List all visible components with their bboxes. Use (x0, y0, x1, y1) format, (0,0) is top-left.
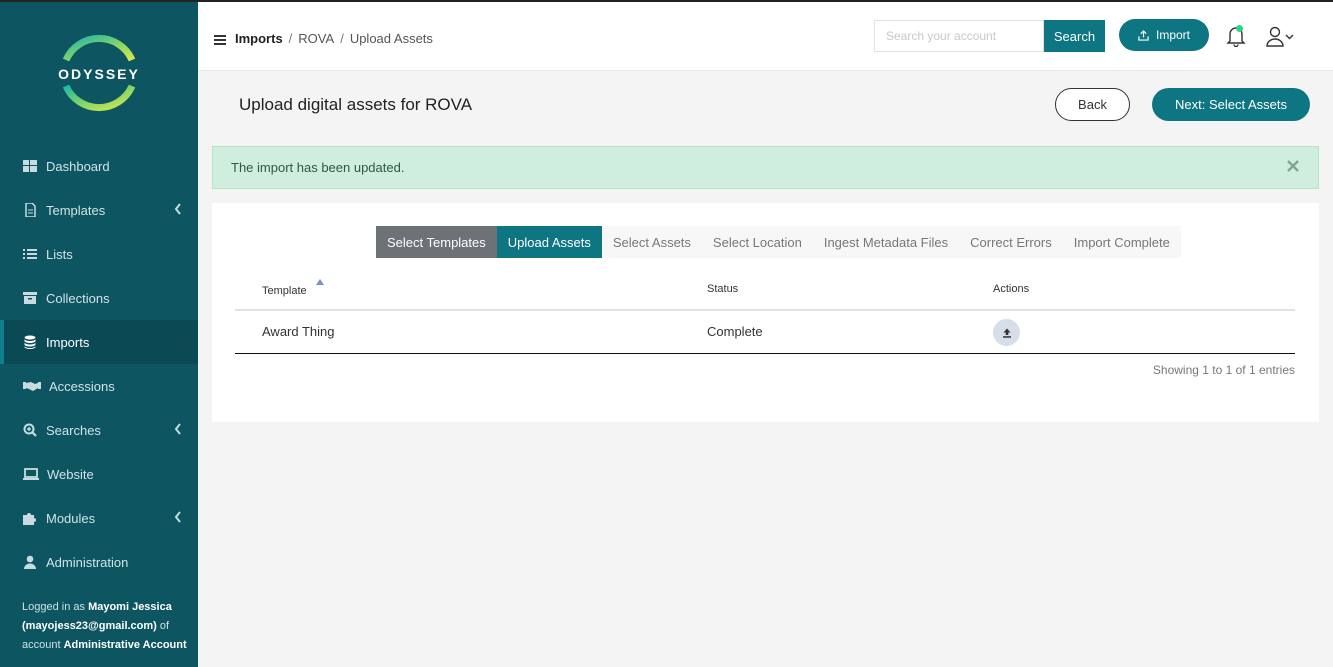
back-button[interactable]: Back (1055, 88, 1130, 121)
table-entries-info: Showing 1 to 1 of 1 entries (1152, 363, 1295, 377)
sidebar-item-label: Website (47, 466, 94, 482)
user-email: (mayojess23@gmail.com) (22, 620, 157, 632)
list-icon (22, 247, 38, 261)
search-plus-icon (22, 423, 38, 437)
database-icon (22, 335, 38, 349)
chevron-left-icon (174, 423, 181, 435)
alert-message: The import has been updated. (231, 160, 405, 175)
dashboard-icon (22, 159, 38, 173)
step-correct-errors[interactable]: Correct Errors (959, 226, 1063, 258)
sidebar-nav: Dashboard Templates Lists Collections Im… (0, 144, 198, 584)
upload-action-button[interactable] (993, 319, 1020, 346)
sidebar-item-searches[interactable]: Searches (0, 408, 198, 452)
archive-icon (22, 291, 38, 305)
cell-template: Award Thing (262, 324, 335, 339)
breadcrumb-imports[interactable]: Imports (235, 31, 283, 46)
user-menu-icon[interactable] (1266, 26, 1296, 48)
import-button[interactable]: Import (1119, 19, 1209, 51)
column-header-template[interactable]: Template (262, 285, 307, 297)
step-import-complete[interactable]: Import Complete (1063, 226, 1181, 258)
odyssey-logo[interactable]: ODYSSEY (56, 30, 142, 116)
account-name: Administrative Account (63, 639, 187, 651)
column-header-status[interactable]: Status (707, 283, 738, 295)
sidebar-item-imports[interactable]: Imports (0, 320, 198, 364)
breadcrumb: Imports / ROVA / Upload Assets (235, 31, 433, 46)
sidebar-item-label: Administration (46, 554, 129, 570)
user-icon (22, 555, 38, 569)
sort-ascending-icon[interactable] (316, 279, 324, 285)
chevron-left-icon (174, 511, 181, 523)
sidebar-item-label: Imports (46, 334, 90, 350)
menu-toggle-icon[interactable] (214, 35, 226, 45)
logo-text: ODYSSEY (58, 66, 140, 82)
column-header-actions: Actions (993, 283, 1030, 295)
import-panel: Select Templates Upload Assets Select As… (212, 203, 1319, 422)
wizard-steps: Select Templates Upload Assets Select As… (376, 226, 1181, 258)
success-alert: The import has been updated. (212, 146, 1319, 189)
step-select-assets[interactable]: Select Assets (602, 226, 702, 258)
search-button[interactable]: Search (1044, 20, 1105, 52)
sidebar-item-administration[interactable]: Administration (0, 540, 198, 584)
sidebar-item-label: Dashboard (46, 158, 110, 174)
upload-icon (1002, 328, 1011, 338)
file-icon (22, 203, 38, 217)
breadcrumb-rova[interactable]: ROVA (298, 31, 334, 46)
logged-in-info: Logged in as Mayomi Jessica (mayojess23@… (22, 601, 187, 651)
window-top-border (0, 0, 1333, 2)
sidebar-item-label: Searches (46, 422, 101, 438)
sidebar-item-label: Accessions (49, 378, 115, 394)
sidebar-item-templates[interactable]: Templates (0, 188, 198, 232)
step-upload-assets[interactable]: Upload Assets (496, 226, 602, 258)
handshake-icon (22, 379, 41, 393)
upload-icon (1138, 29, 1149, 41)
sidebar-item-lists[interactable]: Lists (0, 232, 198, 276)
sidebar-item-label: Lists (46, 246, 73, 262)
notification-dot (1236, 25, 1243, 32)
sidebar: ODYSSEY Dashboard Templates Lists Collec… (0, 0, 198, 667)
search-input[interactable] (874, 20, 1044, 52)
chevron-left-icon (174, 203, 181, 215)
puzzle-icon (22, 511, 38, 525)
sidebar-item-label: Modules (46, 510, 96, 526)
close-icon[interactable] (1286, 159, 1300, 173)
sidebar-item-collections[interactable]: Collections (0, 276, 198, 320)
table-header-divider (235, 309, 1295, 311)
table-bottom-border (235, 353, 1295, 354)
laptop-icon (22, 467, 39, 481)
cell-status: Complete (707, 324, 763, 339)
step-ingest-metadata-files[interactable]: Ingest Metadata Files (813, 226, 959, 258)
step-select-location[interactable]: Select Location (702, 226, 813, 258)
sidebar-item-label: Collections (46, 290, 110, 306)
sidebar-item-label: Templates (46, 202, 106, 218)
page-title: Upload digital assets for ROVA (239, 95, 473, 114)
sidebar-item-dashboard[interactable]: Dashboard (0, 144, 198, 188)
sidebar-item-website[interactable]: Website (0, 452, 198, 496)
sidebar-item-accessions[interactable]: Accessions (0, 364, 198, 408)
user-name: Mayomi Jessica (88, 601, 172, 613)
sidebar-item-modules[interactable]: Modules (0, 496, 198, 540)
step-select-templates[interactable]: Select Templates (376, 226, 497, 258)
next-select-assets-button[interactable]: Next: Select Assets (1152, 88, 1310, 121)
top-header: Imports/ROVA/Upload Assets Search Import (198, 2, 1333, 71)
breadcrumb-upload-assets: Upload Assets (349, 31, 433, 46)
